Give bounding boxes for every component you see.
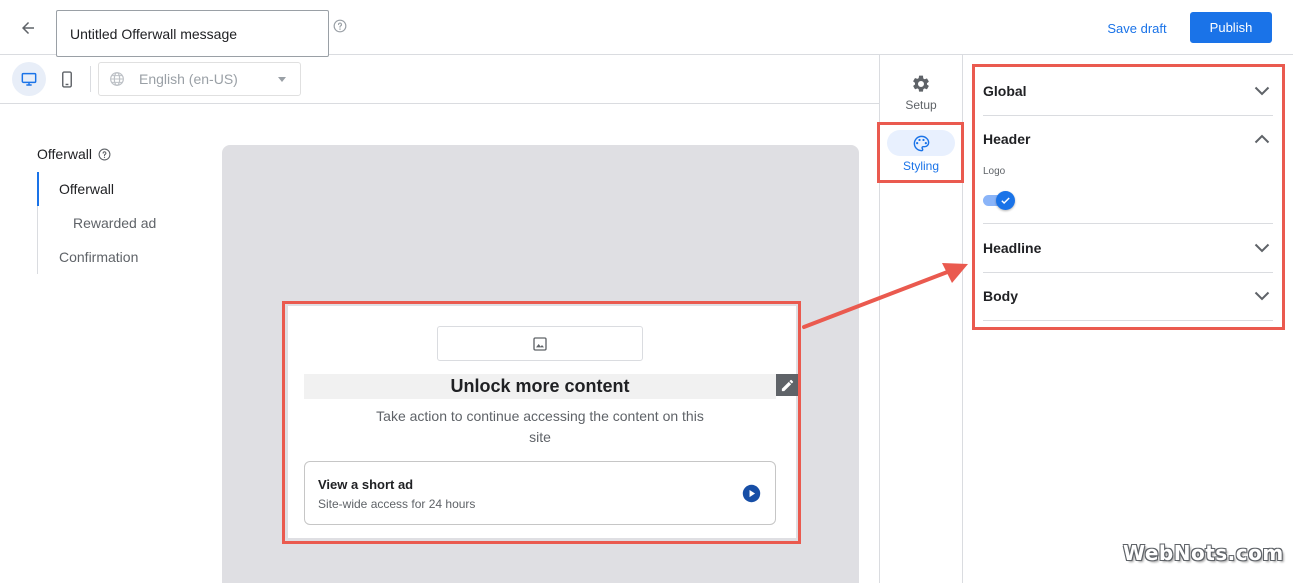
language-value: English (en-US) — [139, 71, 238, 87]
nav-item-confirmation[interactable]: Confirmation — [59, 249, 138, 265]
nav-active-indicator — [37, 172, 39, 206]
help-icon[interactable] — [333, 19, 347, 33]
desktop-view-button[interactable] — [12, 62, 46, 96]
publish-button[interactable]: Publish — [1190, 12, 1272, 43]
toolbar-divider — [90, 66, 91, 92]
annotation-arrow — [802, 263, 968, 329]
gear-icon — [913, 75, 929, 92]
dropdown-caret-icon — [278, 77, 286, 82]
rail-tab-setup[interactable]: Setup — [880, 74, 962, 112]
arrow-back-icon — [22, 22, 34, 34]
annotation-box-panel — [972, 64, 1285, 330]
message-title-input[interactable] — [56, 10, 329, 57]
globe-icon — [110, 72, 124, 86]
mobile-view-button[interactable] — [52, 62, 82, 96]
phone-icon — [62, 70, 72, 88]
rail-setup-label: Setup — [905, 98, 937, 112]
nav-title-text: Offerwall — [37, 146, 92, 162]
nav-title: Offerwall — [37, 146, 111, 162]
nav-item-offerwall[interactable]: Offerwall — [59, 181, 114, 197]
help-icon[interactable] — [98, 148, 111, 161]
watermark: WebNots.com — [1123, 541, 1284, 565]
annotation-box-styling — [877, 122, 964, 183]
desktop-icon — [21, 72, 37, 86]
save-draft-button[interactable]: Save draft — [1100, 13, 1174, 43]
back-button[interactable] — [14, 14, 42, 42]
nav-item-rewarded-ad[interactable]: Rewarded ad — [73, 215, 156, 231]
language-select[interactable]: English (en-US) — [98, 62, 301, 96]
annotation-box-preview — [282, 301, 801, 544]
